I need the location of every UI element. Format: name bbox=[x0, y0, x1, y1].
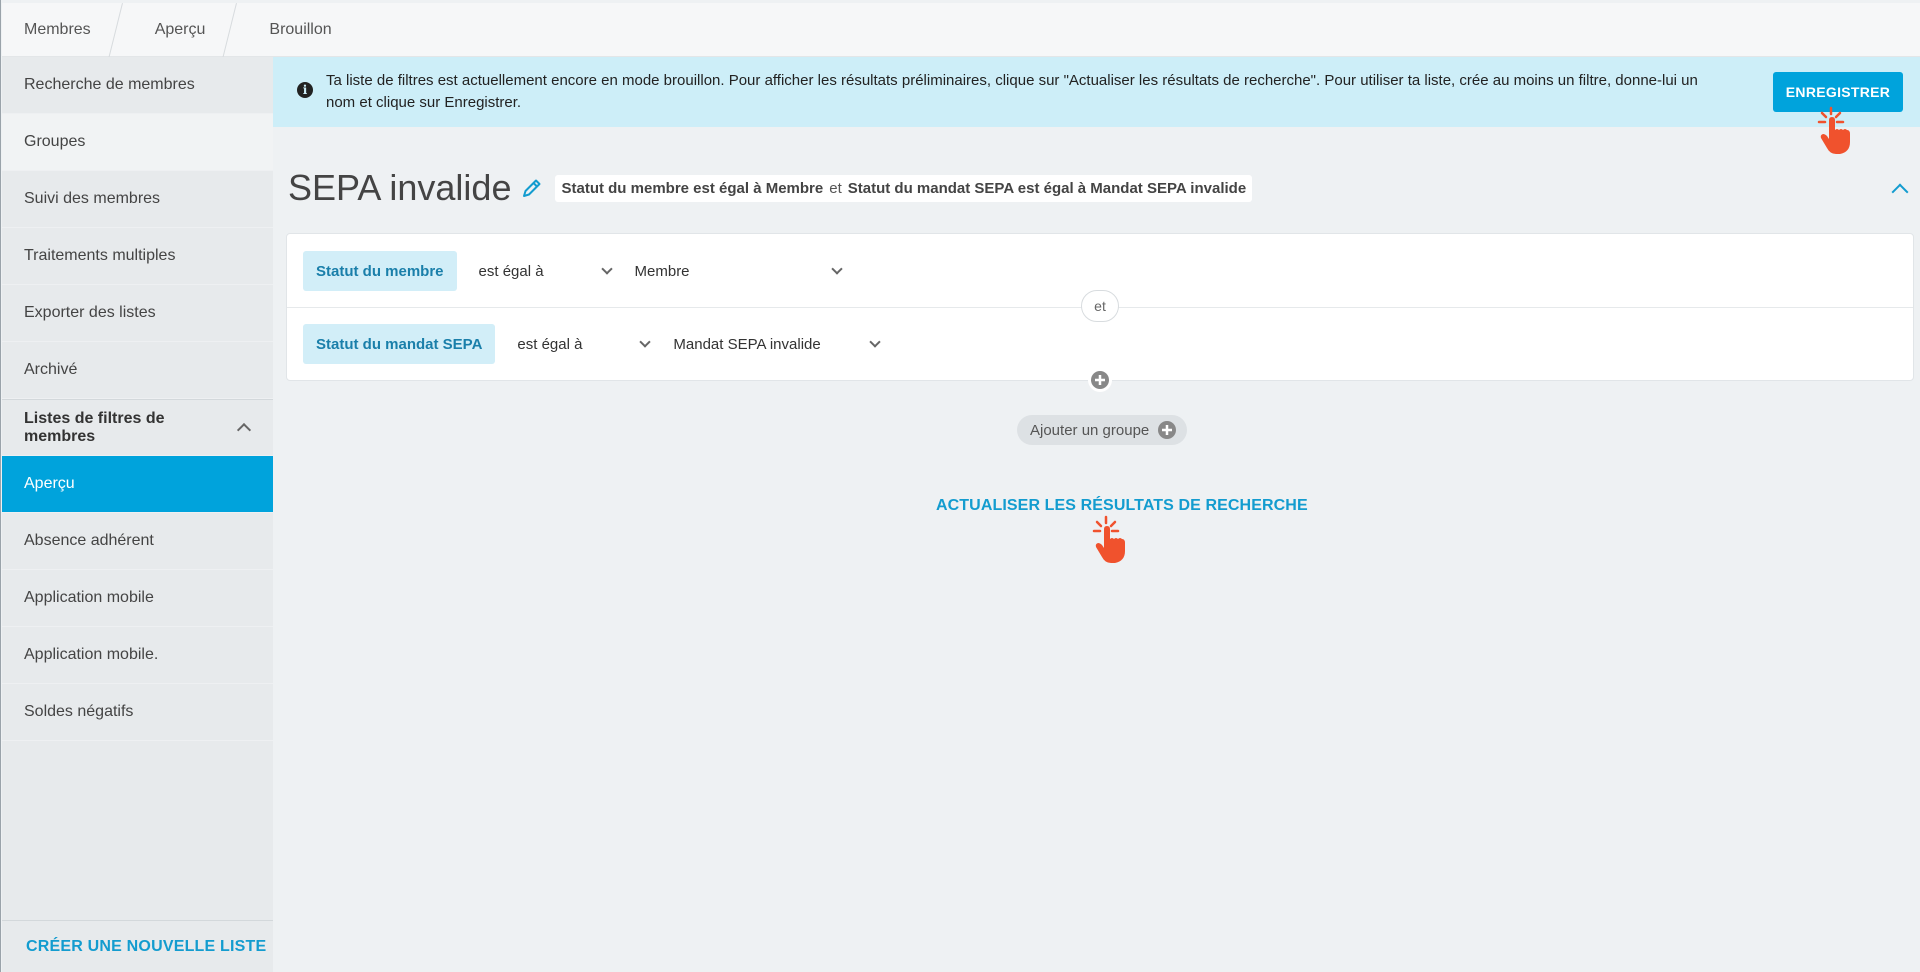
chevron-down-icon bbox=[600, 263, 613, 275]
filter-field-chip[interactable]: Statut du mandat SEPA bbox=[303, 324, 496, 364]
operator-select-value: est égal à bbox=[517, 335, 583, 353]
add-group-label: Ajouter un groupe bbox=[1030, 421, 1150, 439]
summary-part-1: Statut du membre est égal à Membre bbox=[561, 179, 824, 197]
value-select[interactable]: Membre bbox=[635, 251, 849, 291]
pointer-hand-icon bbox=[1092, 515, 1125, 563]
sidebar: Recherche de membres Groupes Suivi des m… bbox=[2, 57, 273, 972]
plus-circle-icon bbox=[1158, 421, 1177, 439]
sidebar-item-application-mobile-2[interactable]: Application mobile. bbox=[2, 627, 273, 684]
filter-group-card: Statut du membre est égal à Membre et St… bbox=[286, 233, 1914, 392]
banner-text: Ta liste de filtres est actuellement enc… bbox=[326, 72, 1698, 111]
sidebar-item-apercu[interactable]: Aperçu bbox=[2, 456, 273, 513]
operator-select-value: est égal à bbox=[478, 262, 544, 280]
sidebar-item-label: Aperçu bbox=[24, 475, 75, 492]
app-frame: Membres Aperçu Brouillon Recherche de me… bbox=[0, 0, 1920, 972]
breadcrumb-separator bbox=[113, 3, 133, 57]
breadcrumb-membres[interactable]: Membres bbox=[2, 3, 113, 57]
sidebar-item-label: Application mobile bbox=[24, 589, 154, 606]
filter-summary: Statut du membre est égal à Membre et St… bbox=[555, 174, 1253, 202]
sidebar-item-label: Suivi des membres bbox=[24, 190, 161, 207]
info-icon: i bbox=[297, 82, 313, 98]
sidebar-item-exporter-des-listes[interactable]: Exporter des listes bbox=[2, 285, 273, 342]
sidebar-item-archive[interactable]: Archivé bbox=[2, 342, 273, 399]
sidebar-item-traitements-multiples[interactable]: Traitements multiples bbox=[2, 228, 273, 285]
breadcrumb-separator bbox=[227, 3, 247, 57]
collapse-chevron-up-icon[interactable] bbox=[1891, 183, 1909, 201]
pointer-hand-icon bbox=[1817, 106, 1850, 154]
sidebar-item-label: Traitements multiples bbox=[24, 247, 176, 264]
sidebar-item-label: Exporter des listes bbox=[24, 304, 156, 321]
operator-select[interactable]: est égal à bbox=[479, 251, 619, 291]
sidebar-item-label: Recherche de membres bbox=[24, 76, 195, 93]
chevron-down-icon bbox=[830, 263, 843, 275]
value-select[interactable]: Mandat SEPA invalide bbox=[673, 324, 887, 364]
sidebar-item-label: Archivé bbox=[24, 361, 78, 378]
sidebar-item-label: Soldes négatifs bbox=[24, 703, 134, 720]
sidebar-item-label: Application mobile. bbox=[24, 646, 159, 663]
sidebar-section-label: Listes de filtres de membres bbox=[24, 409, 165, 445]
filter-row: Statut du membre est égal à Membre bbox=[303, 251, 849, 291]
filter-field-chip[interactable]: Statut du membre bbox=[303, 251, 457, 291]
sidebar-item-absence-adherent[interactable]: Absence adhérent bbox=[2, 513, 273, 570]
sidebar-section-listes-de-filtres[interactable]: Listes de filtres de membres bbox=[2, 399, 273, 456]
edit-pencil-icon[interactable] bbox=[521, 177, 543, 199]
create-new-list-link[interactable]: CRÉER UNE NOUVELLE LISTE bbox=[2, 920, 273, 972]
sidebar-item-suivi-des-membres[interactable]: Suivi des membres bbox=[2, 171, 273, 228]
list-title-row: SEPA invalide Statut du membre est égal … bbox=[288, 165, 1253, 211]
chevron-down-icon bbox=[869, 336, 882, 348]
sidebar-item-soldes-negatifs[interactable]: Soldes négatifs bbox=[2, 684, 273, 741]
value-select-value: Membre bbox=[634, 262, 690, 280]
breadcrumb-brouillon: Brouillon bbox=[269, 20, 332, 38]
filter-row: Statut du mandat SEPA est égal à Mandat … bbox=[303, 324, 887, 364]
chevron-up-icon bbox=[236, 422, 252, 438]
breadcrumb: Membres Aperçu Brouillon bbox=[2, 3, 1920, 57]
list-title: SEPA invalide bbox=[288, 167, 512, 208]
summary-part-2: Statut du mandat SEPA est égal à Mandat … bbox=[847, 179, 1247, 197]
and-joiner-badge: et bbox=[1081, 290, 1119, 322]
chevron-down-icon bbox=[639, 336, 652, 348]
summary-joiner: et bbox=[829, 179, 842, 197]
breadcrumb-apercu[interactable]: Aperçu bbox=[133, 3, 228, 57]
draft-info-banner: i Ta liste de filtres est actuellement e… bbox=[273, 57, 1920, 127]
sidebar-item-groupes[interactable]: Groupes bbox=[2, 114, 273, 171]
sidebar-item-label: Groupes bbox=[24, 133, 86, 150]
add-group-button[interactable]: Ajouter un groupe bbox=[1017, 415, 1188, 445]
add-filter-plus-icon[interactable] bbox=[1088, 368, 1112, 392]
sidebar-item-application-mobile[interactable]: Application mobile bbox=[2, 570, 273, 627]
operator-select[interactable]: est égal à bbox=[517, 324, 657, 364]
sidebar-item-recherche-de-membres[interactable]: Recherche de membres bbox=[2, 57, 273, 114]
value-select-value: Mandat SEPA invalide bbox=[673, 335, 821, 353]
sidebar-item-label: Absence adhérent bbox=[24, 532, 154, 549]
